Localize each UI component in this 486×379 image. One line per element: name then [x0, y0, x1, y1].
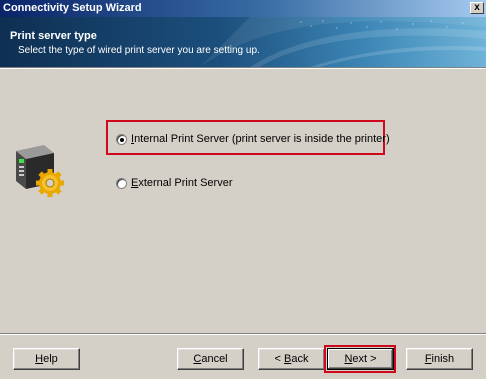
next-button[interactable]: Next > — [327, 348, 394, 370]
next-button-label: ext > — [352, 353, 377, 365]
radio-button-unchecked[interactable] — [116, 177, 127, 189]
close-button[interactable]: x — [470, 2, 484, 14]
close-icon: x — [474, 2, 480, 13]
help-button[interactable]: Help — [13, 348, 80, 370]
back-button-prefix: < — [274, 353, 284, 365]
radio-external-print-server[interactable]: External Print Server — [116, 177, 233, 189]
radio-external-label: External Print Server — [131, 177, 233, 189]
title-bar[interactable]: Connectivity Setup Wizard x — [0, 0, 486, 17]
page-subtitle: Select the type of wired print server yo… — [18, 45, 260, 56]
help-button-access-key: H — [35, 353, 44, 365]
radio-button-checked[interactable] — [116, 133, 127, 145]
footer-divider — [0, 333, 486, 335]
back-button[interactable]: < Back — [258, 348, 325, 370]
radio-internal-label-text: nternal Print Server (print server is in… — [134, 133, 390, 145]
header-divider — [0, 67, 486, 69]
window-title: Connectivity Setup Wizard — [3, 2, 142, 14]
finish-button-label: inish — [431, 353, 455, 365]
header-banner: Print server type Select the type of wir… — [0, 17, 486, 67]
cancel-button-label: ancel — [201, 353, 228, 365]
print-server-gear-icon — [16, 145, 64, 197]
finish-button[interactable]: Finish — [406, 348, 473, 370]
finish-button-access-key: F — [424, 353, 432, 365]
radio-internal-label: Internal Print Server (print server is i… — [131, 133, 390, 145]
page-title: Print server type — [10, 30, 97, 42]
radio-external-label-text: xternal Print Server — [138, 177, 233, 189]
help-button-label: elp — [43, 353, 58, 365]
radio-internal-print-server[interactable]: Internal Print Server (print server is i… — [116, 133, 390, 145]
back-button-label: ack — [291, 353, 309, 365]
banner-swoosh-graphic — [200, 17, 486, 67]
cancel-button[interactable]: Cancel — [177, 348, 244, 370]
